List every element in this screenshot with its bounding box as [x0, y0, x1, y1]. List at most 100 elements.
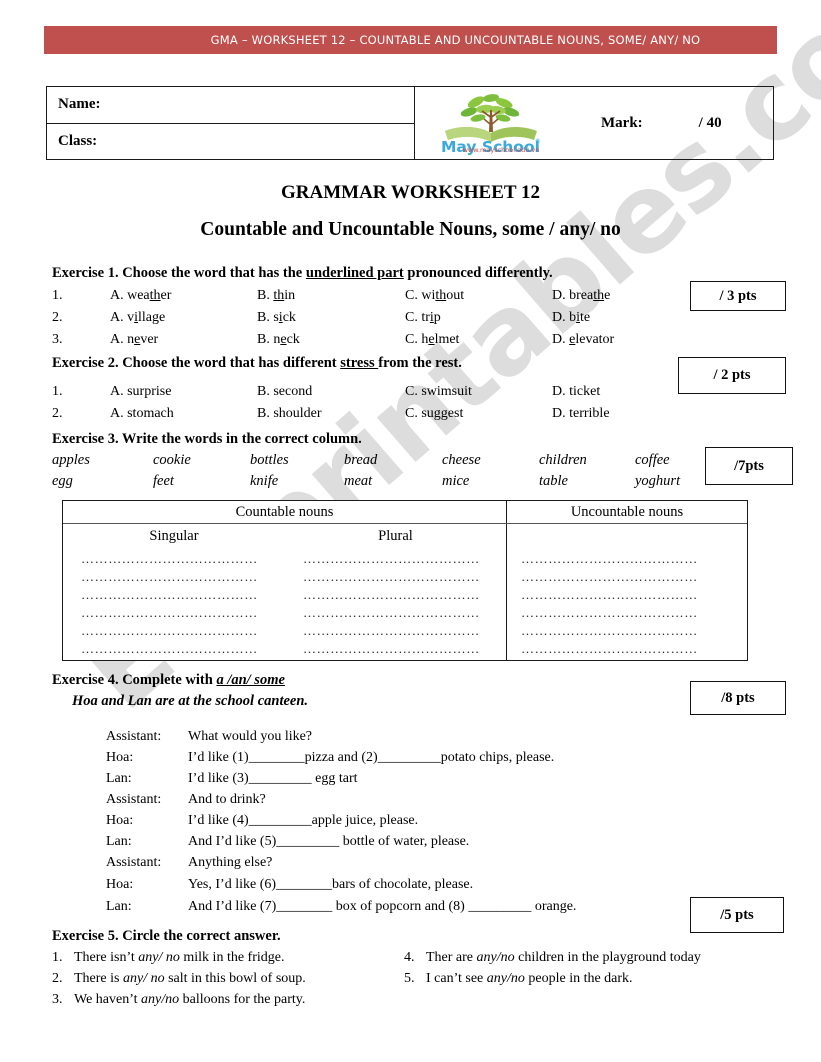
answer-line[interactable]: …………………………………	[285, 640, 506, 658]
ex5-item-number: 5.	[404, 971, 415, 986]
plural-header: Plural	[285, 524, 507, 548]
answer-line[interactable]: …………………………………	[507, 550, 747, 568]
ex1-row-2-option-a[interactable]: A. village	[110, 310, 165, 326]
wordbank-row-1: apples cookie bottles bread cheese child…	[52, 452, 712, 473]
ex5-item-5[interactable]: 5. I can’t see any/no people in the dark.	[404, 971, 633, 987]
ex5-item-4[interactable]: 4. Ther are any/no children in the playgr…	[404, 950, 701, 966]
ex5-item-1[interactable]: 1. There isn’t any/ no milk in the fridge…	[52, 950, 284, 966]
exercise-4-heading: Exercise 4. Complete with a /an/ some	[52, 672, 285, 689]
ex5-item-number: 4.	[404, 950, 415, 965]
dialogue-speaker: Lan:	[106, 899, 132, 914]
answer-line[interactable]: …………………………………	[285, 550, 506, 568]
student-info-table: Name: Class: May School ® Mark: / 40	[46, 86, 774, 160]
uncountable-answer-column[interactable]: ……………………………………………………………………………………………………………	[507, 548, 747, 660]
ex1-row-1-option-a[interactable]: A. weather	[110, 288, 171, 304]
ex5-item-number: 3.	[52, 992, 63, 1007]
wordbank-item: bottles	[250, 452, 289, 468]
ex1-row-2-option-c[interactable]: C. trip	[405, 310, 441, 326]
dialogue-text[interactable]: I’d like (1)________pizza and (2)_______…	[188, 750, 554, 765]
ex5-choice[interactable]: any/no	[477, 950, 515, 965]
ex2-row-2-option-c[interactable]: C. suggest	[405, 406, 463, 422]
ex2-row-1-option-c[interactable]: C. swimsuit	[405, 384, 472, 400]
dialogue-text[interactable]: And I’d like (5)_________ bottle of wate…	[188, 834, 469, 849]
ex2-row-1-option-d[interactable]: D. ticket	[552, 384, 600, 400]
ex5-choice[interactable]: any/no	[487, 971, 525, 986]
ex2-row-1: 1. A. surprise B. second C. swimsuit D. …	[52, 384, 752, 404]
answer-line[interactable]: …………………………………	[63, 586, 285, 604]
answer-line[interactable]: …………………………………	[63, 622, 285, 640]
answer-line[interactable]: …………………………………	[507, 622, 747, 640]
ex2-heading-suffix: from the rest.	[378, 355, 462, 371]
registered-mark: ®	[535, 138, 541, 145]
ex2-row-1-option-a[interactable]: A. surprise	[110, 384, 171, 400]
wordbank-item: children	[539, 452, 587, 468]
dialogue-text[interactable]: Anything else?	[188, 855, 272, 870]
answer-line[interactable]: …………………………………	[507, 568, 747, 586]
ex1-row-1-option-c[interactable]: C. without	[405, 288, 464, 304]
ex1-row-2-number: 2.	[52, 310, 63, 325]
ex5-choice[interactable]: any/ no	[123, 971, 165, 986]
dialogue-line: Lan: I’d like (3)_________ egg tart	[106, 771, 358, 792]
ex1-row-1-option-d[interactable]: D. breathe	[552, 288, 610, 304]
ex2-row-2: 2. A. stomach B. shoulder C. suggest D. …	[52, 406, 752, 426]
exercise-2-heading: Exercise 2. Choose the word that has dif…	[52, 355, 462, 372]
dialogue-speaker: Assistant:	[106, 855, 162, 870]
answer-line[interactable]: …………………………………	[63, 550, 285, 568]
page-subtitle: Countable and Uncountable Nouns, some / …	[200, 219, 621, 240]
ex5-item-3[interactable]: 3. We haven’t any/no balloons for the par…	[52, 992, 305, 1008]
ex1-heading-underlined: underlined part	[305, 265, 404, 281]
answer-line[interactable]: …………………………………	[507, 640, 747, 658]
ex1-row-2-option-b[interactable]: B. sick	[257, 310, 296, 326]
page-title: GRAMMAR WORKSHEET 12	[281, 182, 540, 203]
logo-url: www.mayschool.edu.vn	[462, 146, 540, 154]
tree-icon	[460, 94, 520, 132]
dialogue-speaker: Lan:	[106, 834, 132, 849]
wordbank-item: meat	[344, 473, 373, 489]
name-field-row[interactable]: Name:	[47, 87, 414, 124]
ex2-row-2-option-a[interactable]: A. stomach	[110, 406, 174, 422]
answer-line[interactable]: …………………………………	[63, 568, 285, 586]
answer-line[interactable]: …………………………………	[285, 586, 506, 604]
exercise-3-wordbank: apples cookie bottles bread cheese child…	[52, 452, 712, 494]
ex1-row-2: 2. A. village B. sick C. trip D. bite	[52, 310, 752, 330]
dialogue-speaker: Hoa:	[106, 750, 134, 765]
answer-line[interactable]: …………………………………	[285, 604, 506, 622]
wordbank-item: table	[539, 473, 568, 489]
dialogue-text[interactable]: What would you like?	[188, 729, 312, 744]
dialogue-text[interactable]: And I’d like (7)________ box of popcorn …	[188, 899, 576, 914]
ex1-heading-prefix: Exercise 1. Choose the word that has the	[52, 265, 306, 281]
answer-line[interactable]: …………………………………	[507, 586, 747, 604]
ex2-row-2-option-d[interactable]: D. terrible	[552, 406, 610, 422]
wordbank-item: cheese	[442, 452, 481, 468]
plural-answer-column[interactable]: ……………………………………………………………………………………………………………	[285, 548, 507, 660]
dialogue-text[interactable]: I’d like (3)_________ egg tart	[188, 771, 358, 786]
dialogue-line: Assistant: And to drink?	[106, 792, 266, 813]
dialogue-text[interactable]: I’d like (4)_________apple juice, please…	[188, 813, 418, 828]
ex1-row-2-option-d[interactable]: D. bite	[552, 310, 590, 326]
dialogue-text[interactable]: And to drink?	[188, 792, 266, 807]
answer-line[interactable]: …………………………………	[285, 622, 506, 640]
answer-line[interactable]: …………………………………	[285, 568, 506, 586]
dialogue-text[interactable]: Yes, I’d like (6)________bars of chocola…	[188, 877, 473, 892]
ex2-row-1-option-b[interactable]: B. second	[257, 384, 312, 400]
table-subheader-row: Singular Plural	[63, 524, 747, 548]
dialogue-line: Hoa: I’d like (1)________pizza and (2)___…	[106, 750, 554, 771]
class-field-row[interactable]: Class:	[47, 124, 414, 160]
answer-line[interactable]: …………………………………	[63, 640, 285, 658]
ex5-choice[interactable]: any/ no	[138, 950, 180, 965]
ex2-row-2-option-b[interactable]: B. shoulder	[257, 406, 322, 422]
name-label: Name:	[58, 96, 101, 113]
dialogue-line: Lan: And I’d like (5)_________ bottle of …	[106, 834, 469, 855]
answer-line[interactable]: …………………………………	[63, 604, 285, 622]
singular-answer-column[interactable]: ……………………………………………………………………………………………………………	[63, 548, 285, 660]
worksheet-page: GMA – WORKSHEET 12 – COUNTABLE AND UNCOU…	[0, 0, 821, 1062]
exercise-1-heading: Exercise 1. Choose the word that has the…	[52, 265, 553, 282]
ex5-choice[interactable]: any/no	[141, 992, 179, 1007]
answer-line[interactable]: …………………………………	[507, 604, 747, 622]
ex1-row-3-option-d[interactable]: D. elevator	[552, 332, 614, 348]
ex5-item-2[interactable]: 2. There is any/ no salt in this bowl of …	[52, 971, 306, 987]
ex1-row-1-option-b[interactable]: B. thin	[257, 288, 295, 304]
ex1-row-3-option-c[interactable]: C. helmet	[405, 332, 459, 348]
ex1-row-3-option-b[interactable]: B. neck	[257, 332, 300, 348]
ex1-row-3-option-a[interactable]: A. never	[110, 332, 158, 348]
